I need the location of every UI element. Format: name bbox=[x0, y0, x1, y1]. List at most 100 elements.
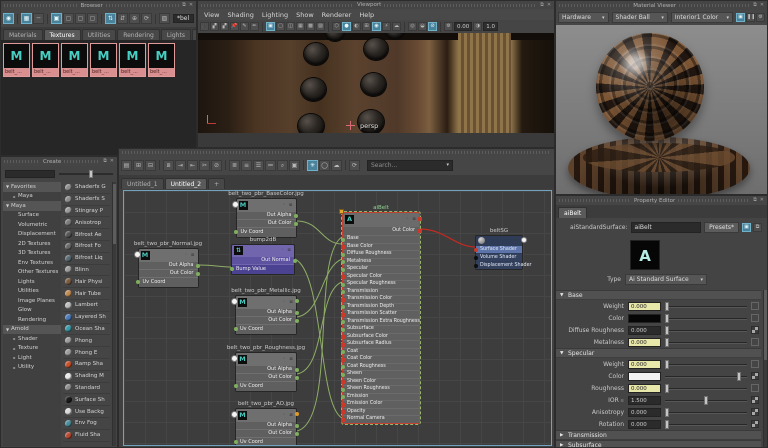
create-tree-item-utility[interactable]: ▸Utility bbox=[3, 363, 61, 373]
property-scrollbar[interactable] bbox=[763, 290, 767, 448]
shadows-icon[interactable]: ⚡ bbox=[382, 22, 391, 31]
connect-icon[interactable] bbox=[751, 384, 759, 392]
value-field[interactable]: 0.000 bbox=[628, 360, 661, 369]
input-emission[interactable]: Emission bbox=[343, 394, 419, 401]
socket[interactable] bbox=[196, 264, 200, 268]
create-tree-item-rendering[interactable]: Rendering bbox=[3, 315, 61, 325]
create-shader-fluid-sha[interactable]: Fluid Sha bbox=[63, 430, 110, 442]
input-opacity[interactable]: Opacity bbox=[343, 409, 419, 416]
grid-view-icon[interactable]: ▦ bbox=[21, 13, 32, 24]
out-color-row[interactable]: Out Color bbox=[236, 430, 296, 437]
slider-handle[interactable] bbox=[665, 420, 669, 429]
input-sheen[interactable]: Sheen bbox=[343, 371, 419, 378]
create-shader-bifrost-fo[interactable]: Bifrost Fo bbox=[63, 241, 110, 253]
copy-tab-icon[interactable]: ⧉ bbox=[753, 223, 762, 232]
socket[interactable] bbox=[341, 283, 345, 287]
node-header-icons[interactable]: ◦ ≣ bbox=[185, 253, 196, 258]
xray-icon[interactable]: ◒ bbox=[418, 22, 427, 31]
graph-tab-untitled-1[interactable]: Untitled_1 bbox=[121, 178, 164, 189]
socket[interactable] bbox=[341, 395, 345, 399]
texture-swatch[interactable]: Mbelt_... bbox=[3, 43, 30, 77]
input-transmission-scatter[interactable]: Transmission Scatter bbox=[343, 311, 419, 318]
close-icon[interactable]: ✕ bbox=[110, 159, 114, 164]
input-volume-shader[interactable]: Volume Shader bbox=[476, 254, 522, 261]
large-swatch-icon[interactable]: ▢ bbox=[75, 13, 86, 24]
uv-coord-row[interactable]: Uv Coord bbox=[236, 325, 296, 334]
browser-tab-utilities[interactable]: Utilities bbox=[82, 29, 117, 40]
simple-view-icon[interactable]: ≣ bbox=[229, 160, 240, 171]
color-swatch[interactable] bbox=[628, 372, 661, 381]
geometry-dropdown[interactable]: Shader Ball▾ bbox=[612, 12, 668, 23]
drag-handle[interactable] bbox=[64, 160, 100, 163]
value-field[interactable]: 0.000 bbox=[628, 384, 661, 393]
node-ao[interactable]: belt_two_pbr_AO.jpgM◦ ≣Out AlphaOut Colo… bbox=[226, 401, 306, 446]
create-shader-anisotrop[interactable]: Anisotrop bbox=[63, 217, 110, 229]
create-shader-standard[interactable]: Standard bbox=[63, 383, 110, 395]
create-tree-item-other-textures[interactable]: Other Textures bbox=[3, 268, 61, 278]
gamma-icon[interactable]: ◑ bbox=[473, 22, 482, 31]
safe-title-icon[interactable]: ▨ bbox=[316, 22, 325, 31]
file-node-box[interactable]: M◦ ≣Out AlphaOut ColorUv Coord bbox=[235, 295, 297, 335]
create-tree-item-image-planes[interactable]: Image Planes bbox=[3, 296, 61, 306]
node-basecolor[interactable]: belt_two_pbr_BaseColor.jpgM◦ ≣Out AlphaO… bbox=[226, 191, 306, 238]
lookdev-icon[interactable]: ▣ bbox=[742, 223, 751, 232]
socket[interactable] bbox=[341, 268, 345, 272]
input-normal-camera[interactable]: Normal Camera bbox=[343, 416, 419, 423]
sort-type-icon[interactable]: ⇵ bbox=[117, 13, 128, 24]
socket[interactable] bbox=[234, 230, 238, 234]
out-color-row[interactable]: Out Color bbox=[236, 317, 296, 324]
socket[interactable] bbox=[341, 253, 345, 257]
color-socket[interactable] bbox=[341, 245, 345, 249]
add-selected-icon[interactable]: ⧈ bbox=[163, 160, 174, 171]
header-socket[interactable] bbox=[295, 412, 299, 416]
safe-action-icon[interactable]: ▩ bbox=[306, 22, 315, 31]
out-alpha-row[interactable]: Out Alpha bbox=[236, 309, 296, 316]
drag-handle[interactable] bbox=[679, 4, 750, 7]
input-transmission-extra-roughness[interactable]: Transmission Extra Roughness bbox=[343, 319, 419, 326]
create-titlebar[interactable]: Create ⧉ ✕ bbox=[1, 157, 117, 166]
texture-swatch[interactable]: Mbelt_... bbox=[61, 43, 88, 77]
input-transmission-color[interactable]: Transmission Color bbox=[343, 296, 419, 303]
close-icon[interactable]: ✕ bbox=[547, 3, 551, 8]
slider-handle[interactable] bbox=[665, 384, 669, 393]
refresh-icon[interactable]: ⟳ bbox=[349, 160, 360, 171]
slider-handle[interactable] bbox=[665, 314, 669, 323]
socket[interactable] bbox=[230, 267, 234, 271]
pin-icon[interactable]: ☁ bbox=[331, 160, 342, 171]
zoom-in-icon[interactable]: ⊕ bbox=[129, 13, 140, 24]
graph-tab-untitled-2[interactable]: Untitled_2 bbox=[165, 178, 208, 189]
socket[interactable] bbox=[295, 311, 299, 315]
drag-handle[interactable] bbox=[384, 4, 537, 7]
bump-value-row[interactable]: Bump Value bbox=[232, 265, 294, 274]
create-shader-shading-m[interactable]: Shading M bbox=[63, 371, 110, 383]
menu-view[interactable]: View bbox=[204, 11, 219, 19]
float-icon[interactable]: ⧉ bbox=[182, 3, 186, 8]
color-socket[interactable] bbox=[418, 229, 422, 233]
bump-node-box[interactable]: ⇅◦ ≣Out NormalBump Value bbox=[231, 244, 295, 275]
connect-icon[interactable] bbox=[751, 302, 759, 310]
environment-dropdown[interactable]: Interior1 Color▾ bbox=[671, 12, 733, 23]
create-shader-env-fog[interactable]: Env Fog bbox=[63, 418, 110, 430]
input-transmission-depth[interactable]: Transmission Depth bbox=[343, 304, 419, 311]
drag-handle[interactable] bbox=[4, 4, 77, 7]
textured-toggle-icon[interactable]: ◉ bbox=[372, 22, 381, 31]
browser-tab-rendering[interactable]: Rendering bbox=[117, 29, 160, 40]
socket[interactable] bbox=[341, 290, 345, 294]
socket[interactable] bbox=[234, 327, 238, 331]
value-field[interactable]: 0.000 bbox=[628, 420, 661, 429]
socket[interactable] bbox=[341, 238, 345, 242]
close-icon[interactable]: ✕ bbox=[189, 3, 193, 8]
refresh-icon[interactable]: ⟳ bbox=[141, 13, 152, 24]
create-tree-item-3d-textures[interactable]: 3D Textures bbox=[3, 249, 61, 259]
create-shader-shaderfx-s[interactable]: Shaderfx S bbox=[63, 194, 110, 206]
color-socket[interactable] bbox=[341, 380, 345, 384]
presets-button[interactable]: Presets* bbox=[704, 222, 739, 233]
progressive-render-icon[interactable]: ▣ bbox=[736, 13, 745, 22]
input-diffuse-roughness[interactable]: Diffuse Roughness bbox=[343, 251, 419, 258]
input-metalness[interactable]: Metalness bbox=[343, 259, 419, 266]
header-socket[interactable] bbox=[295, 299, 299, 303]
create-tree-item-displacement[interactable]: Displacement bbox=[3, 230, 61, 240]
input-coat[interactable]: Coat bbox=[343, 349, 419, 356]
out-color-row[interactable]: Out Color bbox=[237, 220, 296, 227]
menu-renderer[interactable]: Renderer bbox=[322, 11, 352, 19]
